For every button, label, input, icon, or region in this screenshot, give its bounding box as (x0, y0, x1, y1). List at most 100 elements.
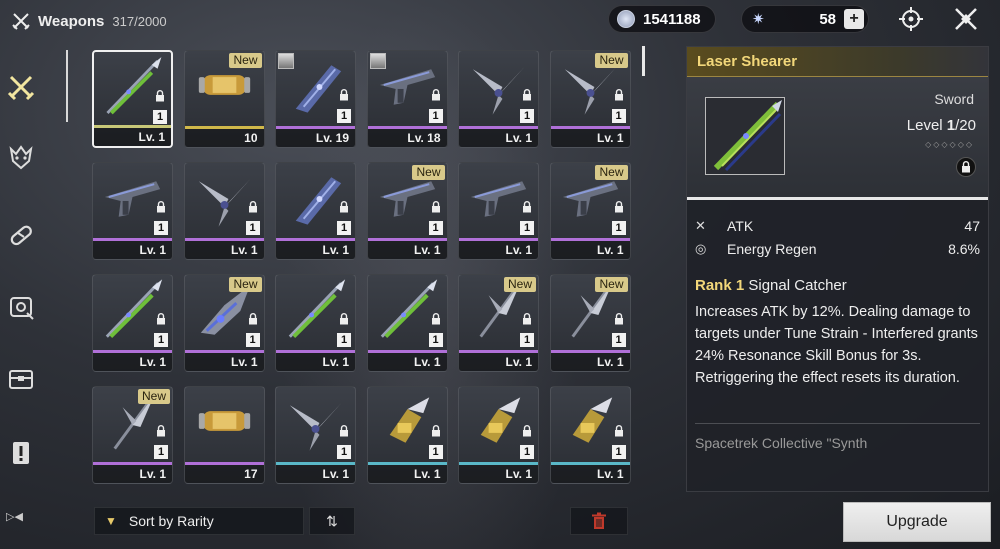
level-label: Lv. 1 (505, 243, 532, 257)
weapon-card[interactable]: 1 Lv. 1 (549, 386, 631, 484)
weapon-card[interactable]: New 1 Lv. 1 (549, 274, 631, 372)
rank-badge: 1 (153, 110, 167, 124)
level-label: Lv. 1 (322, 243, 349, 257)
add-astrite-button[interactable]: + (844, 9, 864, 29)
lock-icon (523, 201, 531, 213)
card-footer: Lv. 1 (459, 129, 538, 147)
lock-icon (248, 201, 257, 213)
shell-credit-display: 1541188 (608, 5, 716, 33)
lock-icon (431, 313, 440, 325)
sort-dropdown[interactable]: ▼ Sort by Rarity (94, 507, 304, 535)
shell-credit-icon (617, 10, 635, 28)
weapon-card[interactable]: New 1 Lv. 1 (92, 386, 173, 484)
lock-icon (431, 89, 440, 101)
sidebar-item-weapons[interactable] (4, 70, 38, 104)
rank-badge: 1 (245, 221, 260, 235)
weapon-card[interactable]: New 1 Lv. 1 (549, 50, 631, 148)
level-label: Lv. 1 (505, 467, 532, 481)
weapon-thumbnail (705, 97, 785, 175)
ascension-dots: ◇◇◇◇◇◇ (925, 140, 974, 149)
new-badge: New (503, 277, 536, 292)
weapon-card[interactable]: 1 Lv. 1 (92, 50, 173, 148)
weapon-card[interactable]: 1 Lv. 1 (275, 274, 356, 372)
weapon-card[interactable]: New 1 Lv. 1 (458, 274, 539, 372)
weapon-card[interactable]: 1 Lv. 1 (275, 162, 356, 260)
weapon-card[interactable]: 1 Lv. 1 (366, 274, 448, 372)
weapon-card[interactable]: New 1 Lv. 1 (183, 274, 265, 372)
rank-badge: 1 (611, 109, 626, 123)
sidebar-item-development[interactable] (4, 218, 38, 252)
page-header: Weapons 317/2000 (12, 10, 167, 32)
card-footer: Lv. 1 (93, 241, 172, 259)
sidebar-active-indicator (66, 50, 68, 122)
weapon-card[interactable]: 1 Lv. 19 (275, 50, 356, 148)
lock-toggle-button[interactable] (956, 157, 976, 177)
swords-icon: ✕ (695, 218, 706, 233)
card-footer: Lv. 1 (367, 241, 447, 259)
level-label: Lv. 1 (597, 467, 624, 481)
weapon-card[interactable]: 1 Lv. 1 (92, 274, 173, 372)
sidebar-item-notices[interactable] (4, 436, 38, 470)
weapon-card[interactable]: 1 Lv. 18 (366, 50, 448, 148)
rank-badge: 1 (520, 333, 534, 347)
weapon-name: Laser Shearer (697, 53, 798, 70)
level-label: Lv. 1 (139, 355, 166, 369)
collapse-toggle-icon[interactable]: ▷◀ (6, 510, 23, 523)
rank-badge: 1 (428, 109, 443, 123)
card-footer: Lv. 1 (184, 353, 264, 371)
compass-icon[interactable] (897, 5, 925, 33)
sidebar-item-tuning[interactable] (4, 290, 38, 324)
card-footer: Lv. 1 (276, 465, 355, 483)
sort-order-button[interactable]: ⇅ (309, 507, 355, 535)
rank-badge: 1 (520, 109, 534, 123)
weapon-card[interactable]: 1 Lv. 1 (458, 386, 539, 484)
lock-icon (340, 425, 348, 437)
weapon-name-header: Laser Shearer (687, 47, 988, 77)
weapon-card[interactable]: New 1 Lv. 1 (549, 162, 631, 260)
level-label: Lv. 1 (414, 355, 441, 369)
card-footer: 10 (184, 129, 264, 147)
lock-icon (523, 425, 531, 437)
rank-badge: 1 (337, 109, 351, 123)
rank-badge: 1 (611, 445, 626, 459)
echo-demon-icon (9, 145, 33, 170)
level-label: Lv. 1 (139, 467, 166, 481)
weapon-card[interactable]: 1 Lv. 1 (92, 162, 173, 260)
exclamation-icon (13, 442, 29, 464)
rank-badge: 1 (154, 445, 168, 459)
level-label: Lv. 1 (322, 355, 349, 369)
weapon-card[interactable]: New 1 Lv. 1 (366, 162, 448, 260)
sidebar-item-echoes[interactable] (4, 140, 38, 174)
upgrade-label: Upgrade (886, 513, 948, 530)
level-label: Level (906, 117, 943, 134)
dismantle-button[interactable] (570, 507, 628, 535)
lock-icon (614, 425, 623, 437)
card-footer: Lv. 19 (276, 129, 355, 147)
equipped-avatar (278, 53, 294, 69)
stat-value: 8.6% (948, 241, 980, 257)
level-label: Lv. 19 (315, 131, 349, 145)
weapon-card[interactable]: 17 (183, 386, 265, 484)
weapon-card[interactable]: New 10 (183, 50, 265, 148)
level-label: Lv. 1 (597, 131, 624, 145)
trash-icon (592, 512, 606, 529)
new-badge: New (229, 277, 262, 292)
upgrade-button[interactable]: Upgrade (843, 502, 991, 542)
weapon-card[interactable]: 1 Lv. 1 (183, 162, 265, 260)
weapon-card[interactable]: 1 Lv. 1 (458, 50, 539, 148)
close-icon[interactable] (952, 5, 980, 33)
grid-scrollbar[interactable] (642, 46, 645, 76)
weapon-card[interactable]: 1 Lv. 1 (458, 162, 539, 260)
page-title: Weapons (38, 12, 105, 30)
level-progress-bar (687, 197, 988, 200)
weapon-card[interactable]: 1 Lv. 1 (275, 386, 356, 484)
card-footer: Lv. 1 (93, 353, 172, 371)
card-footer: Lv. 1 (184, 241, 264, 259)
level-label: Lv. 1 (138, 130, 165, 144)
swap-order-icon: ⇅ (326, 512, 338, 529)
astrite-icon: ✷ (752, 11, 765, 28)
equipped-avatar (369, 53, 386, 69)
lock-icon (340, 313, 348, 325)
sidebar-item-supplies[interactable] (4, 362, 38, 396)
weapon-card[interactable]: 1 Lv. 1 (366, 386, 448, 484)
